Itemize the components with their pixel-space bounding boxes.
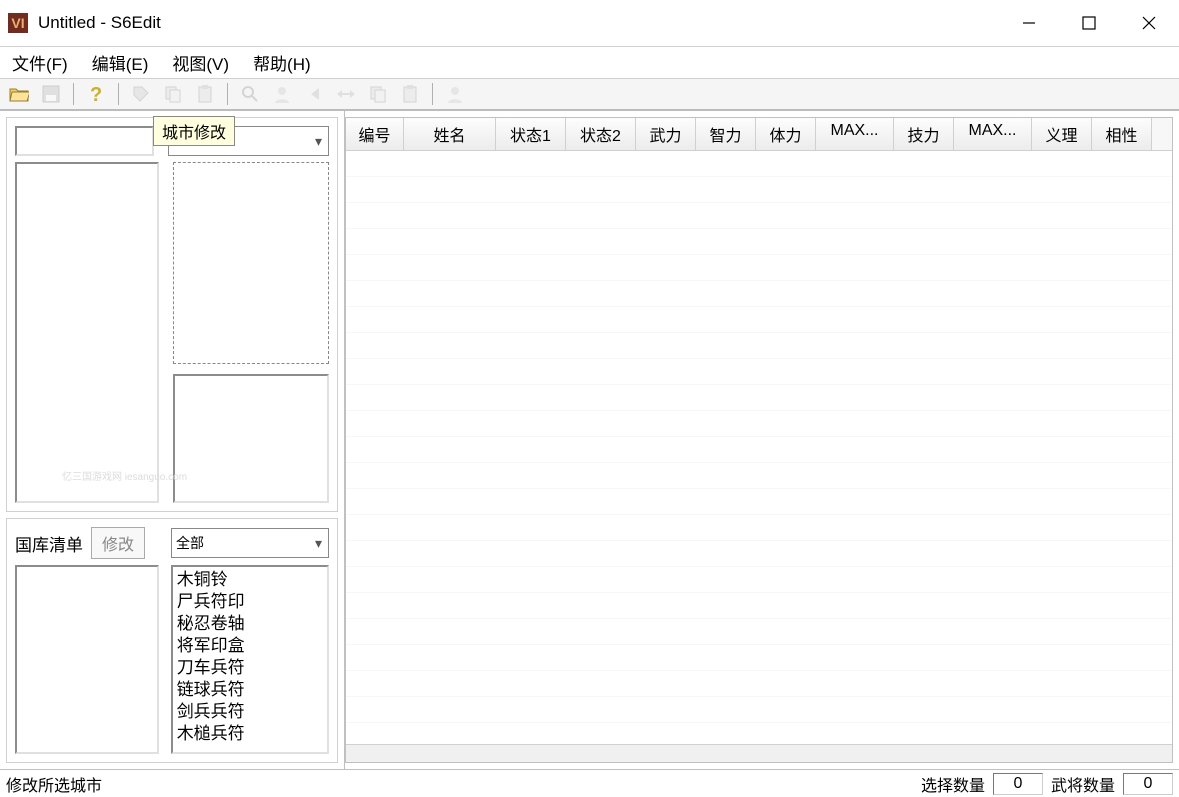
column-header[interactable]: 编号 xyxy=(346,118,404,150)
list-item[interactable]: 刀车兵符 xyxy=(177,657,323,679)
list-item[interactable]: 尸兵符印 xyxy=(177,591,323,613)
minimize-button[interactable] xyxy=(999,0,1059,47)
filter-dropdown[interactable]: 全部 xyxy=(171,528,329,558)
faction-listbox[interactable] xyxy=(15,162,159,503)
column-header[interactable]: 智力 xyxy=(696,118,756,150)
user2-button xyxy=(442,81,468,107)
open-button[interactable] xyxy=(6,81,32,107)
user-icon xyxy=(273,85,291,103)
gen-count-label: 武将数量 xyxy=(1051,772,1115,796)
table-body[interactable] xyxy=(346,151,1172,744)
all-items-listbox[interactable]: 木铜铃尸兵符印秘忍卷轴将军印盒刀车兵符链球兵符剑兵兵符木槌兵符 xyxy=(171,565,329,754)
close-button[interactable] xyxy=(1119,0,1179,47)
list-item[interactable]: 秘忍卷轴 xyxy=(177,613,323,635)
modify-button[interactable]: 修改 xyxy=(91,527,145,559)
copy-icon xyxy=(369,85,387,103)
menu-bar: 文件(F) 编辑(E) 视图(V) 帮助(H) xyxy=(0,47,1179,79)
owned-items-listbox[interactable] xyxy=(15,565,159,754)
list-item[interactable]: 木槌兵符 xyxy=(177,723,323,745)
sel-count-value: 0 xyxy=(993,773,1043,795)
filter-dropdown-value: 全部 xyxy=(176,533,204,553)
list-item[interactable]: 剑兵兵符 xyxy=(177,701,323,723)
menu-view[interactable]: 视图(V) xyxy=(172,50,229,75)
horizontal-scrollbar[interactable] xyxy=(346,744,1172,762)
maximize-button[interactable] xyxy=(1059,0,1119,47)
user-icon xyxy=(446,85,464,103)
paste-icon xyxy=(196,85,214,103)
svg-text:?: ? xyxy=(90,84,102,104)
help-button[interactable]: ? xyxy=(83,81,109,107)
open-folder-icon xyxy=(9,85,29,103)
paste-button xyxy=(192,81,218,107)
faction-select[interactable] xyxy=(15,126,154,156)
column-header[interactable]: MAX... xyxy=(816,118,894,150)
list-item[interactable]: 木铜铃 xyxy=(177,569,323,591)
tag-button xyxy=(128,81,154,107)
column-header[interactable]: 体力 xyxy=(756,118,816,150)
close-icon xyxy=(1142,16,1156,30)
search-button xyxy=(237,81,263,107)
paste-icon xyxy=(401,85,419,103)
swap-button xyxy=(333,81,359,107)
menu-file[interactable]: 文件(F) xyxy=(12,50,68,75)
status-bar: 修改所选城市 选择数量 0 武将数量 0 xyxy=(0,769,1179,797)
arrows-horizontal-icon xyxy=(336,85,356,103)
copy2-button xyxy=(365,81,391,107)
list-item[interactable]: 链球兵符 xyxy=(177,679,323,701)
search-icon xyxy=(241,85,259,103)
right-panel: 编号姓名状态1状态2武力智力体力MAX...技力MAX...义理相性 xyxy=(345,117,1173,763)
column-header[interactable]: 义理 xyxy=(1032,118,1092,150)
column-header[interactable]: MAX... xyxy=(954,118,1032,150)
app-icon: VI xyxy=(8,13,28,33)
help-icon: ? xyxy=(86,84,106,104)
column-header[interactable]: 姓名 xyxy=(404,118,496,150)
copy-button xyxy=(160,81,186,107)
left-top-pane: 城市修改 忆三国游戏网 iesanguo.com xyxy=(6,117,338,512)
title-bar: VI Untitled - S6Edit xyxy=(0,0,1179,47)
column-header[interactable]: 状态1 xyxy=(496,118,566,150)
list-item[interactable]: 将军印盒 xyxy=(177,635,323,657)
paste2-button xyxy=(397,81,423,107)
window-title: Untitled - S6Edit xyxy=(38,13,161,33)
menu-help[interactable]: 帮助(H) xyxy=(253,50,311,75)
left-bottom-pane: 国库清单 修改 全部 木铜铃尸兵符印秘忍卷轴将军印盒刀车兵符链球兵符剑兵兵符木槌… xyxy=(6,518,338,763)
user-button xyxy=(269,81,295,107)
back-button xyxy=(301,81,327,107)
toolbar: ? xyxy=(0,79,1179,111)
maximize-icon xyxy=(1082,16,1096,30)
table-header: 编号姓名状态1状态2武力智力体力MAX...技力MAX...义理相性 xyxy=(346,118,1172,151)
detail-listbox[interactable] xyxy=(173,374,329,503)
tooltip-city-modify: 城市修改 xyxy=(153,116,235,146)
column-header[interactable]: 武力 xyxy=(636,118,696,150)
save-button xyxy=(38,81,64,107)
column-header[interactable]: 状态2 xyxy=(566,118,636,150)
save-icon xyxy=(42,85,60,103)
tag-icon xyxy=(132,85,150,103)
sel-count-label: 选择数量 xyxy=(921,772,985,796)
menu-edit[interactable]: 编辑(E) xyxy=(92,50,149,75)
copy-icon xyxy=(164,85,182,103)
main-area: 城市修改 忆三国游戏网 iesanguo.com 国库清单 修改 全部 xyxy=(0,111,1179,769)
minimize-icon xyxy=(1022,16,1036,30)
left-panel: 城市修改 忆三国游戏网 iesanguo.com 国库清单 修改 全部 xyxy=(0,111,345,769)
column-header[interactable]: 相性 xyxy=(1092,118,1152,150)
city-listbox[interactable] xyxy=(173,162,329,364)
status-hint: 修改所选城市 xyxy=(6,772,102,796)
column-header[interactable]: 技力 xyxy=(894,118,954,150)
inventory-label: 国库清单 xyxy=(15,531,83,556)
arrow-left-icon xyxy=(305,85,323,103)
gen-count-value: 0 xyxy=(1123,773,1173,795)
